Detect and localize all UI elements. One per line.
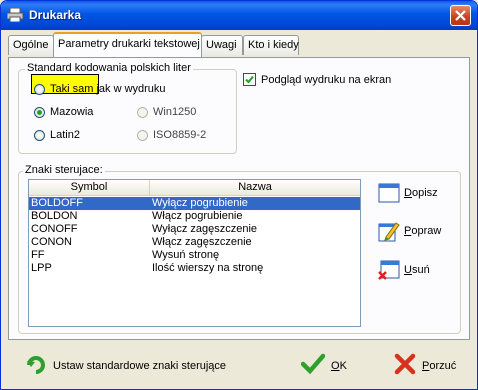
window-title: Drukarka [29,8,82,22]
printer-dialog: Drukarka Ogólne Uwagi Kto i kiedy Parame… [0,0,478,390]
control-chars-table[interactable]: Symbol Nazwa BOLDOFF Wyłącz pogrubienie … [28,179,361,327]
encoding-legend: Standard kodowania polskich liter [25,62,193,74]
tab-strip: Ogólne Uwagi Kto i kiedy Parametry druka… [8,32,468,58]
column-header-name[interactable]: Nazwa [150,180,360,195]
radio-latin2[interactable]: Latin2 [34,127,80,143]
cancel-button[interactable]: Porzuć [394,353,456,378]
preview-on-screen-checkbox[interactable]: Podgląd wydruku na ekran [243,73,391,86]
radio-win1250[interactable]: Win1250 [137,104,196,120]
tab-who-when[interactable]: Kto i kiedy [243,35,299,55]
title-bar[interactable]: Drukarka [1,1,477,30]
table-row[interactable]: BOLDOFF Wyłącz pogrubienie [29,197,360,210]
table-row[interactable]: CONOFF Wyłącz zagęszczenie [29,223,360,236]
ok-button[interactable]: OK [300,353,347,378]
radio-button[interactable] [34,129,45,141]
tab-text-printer-params[interactable]: Parametry drukarki tekstowej [53,32,202,57]
close-icon [455,10,466,21]
refresh-arrow-icon [25,353,47,378]
table-row[interactable]: LPP Ilość wierszy na stronę [29,262,360,275]
preview-checkbox-label: Podgląd wydruku na ekran [261,73,392,86]
radio-button[interactable] [137,106,148,118]
checkmark-icon [300,353,326,378]
radio-same-as-print[interactable]: Taki sam jak w wydruku [34,81,166,97]
radio-button[interactable] [34,83,45,95]
tab-notes[interactable]: Uwagi [201,35,243,55]
add-button[interactable]: Dopisz [378,182,438,204]
edit-button[interactable]: Popraw [378,220,441,242]
edit-pencil-icon [378,220,400,242]
control-chars-legend: Znaki sterujace: [23,164,105,176]
radio-mazowia[interactable]: Mazowia [34,104,93,120]
table-row[interactable]: BOLDON Włącz pogrubienie [29,210,360,223]
close-button[interactable] [450,5,471,26]
delete-window-icon [378,259,400,281]
checkmark-icon [245,75,254,84]
printer-icon [6,7,24,23]
radio-button[interactable] [34,106,45,118]
add-window-icon [378,182,400,204]
table-row[interactable]: FF Wysuń stronę [29,249,360,262]
column-header-symbol[interactable]: Symbol [29,180,150,195]
checkbox-box[interactable] [243,73,256,86]
tab-general[interactable]: Ogólne [8,35,54,55]
cross-icon [394,353,416,378]
table-row[interactable]: CONON Włącz zagęszczenie [29,236,360,249]
table-header: Symbol Nazwa [29,180,360,196]
radio-iso8859-2[interactable]: ISO8859-2 [137,127,206,143]
radio-button[interactable] [137,129,148,141]
delete-button[interactable]: Usuń [378,259,430,281]
set-default-chars-button[interactable]: Ustaw standardowe znaki sterujące [25,353,226,378]
